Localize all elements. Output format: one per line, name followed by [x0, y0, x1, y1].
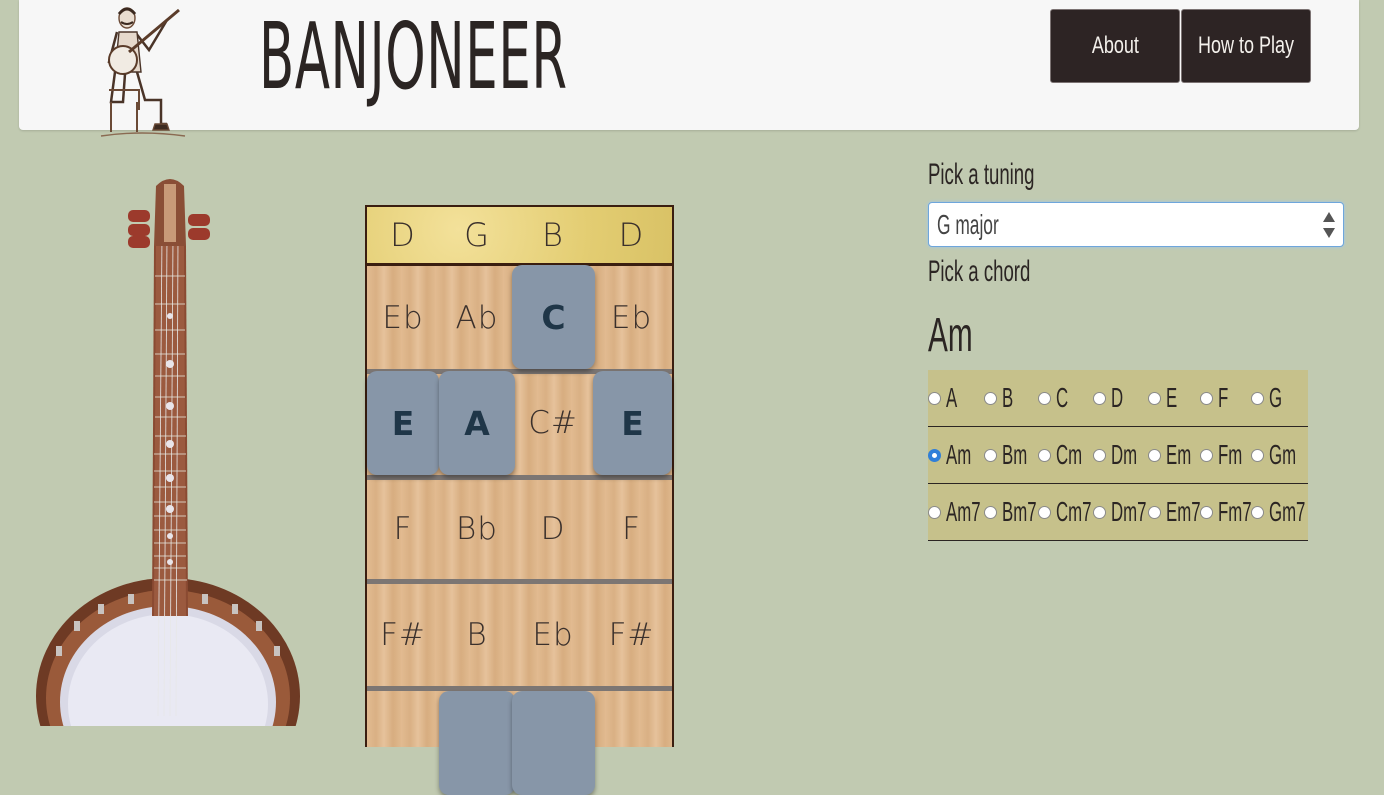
fret-note[interactable]: Bb — [439, 479, 515, 579]
chord-option[interactable]: D — [1093, 370, 1131, 426]
radio-button[interactable] — [1038, 505, 1051, 519]
radio-button[interactable] — [984, 448, 997, 462]
fret-note[interactable]: Eb — [515, 584, 591, 686]
radio-button-selected[interactable] — [928, 448, 941, 462]
banjo-illustration — [36, 176, 306, 795]
radio-button[interactable] — [1093, 448, 1106, 462]
chord-option[interactable]: Gm7 — [1251, 484, 1330, 540]
open-string-note: G — [464, 216, 490, 254]
chord-option[interactable]: G — [1251, 370, 1291, 426]
site-title[interactable]: BANJONEER — [259, 2, 568, 112]
radio-button[interactable] — [1251, 505, 1264, 519]
about-button[interactable]: About — [1050, 9, 1180, 83]
chord-option[interactable]: E — [1148, 370, 1185, 426]
chord-note-highlight[interactable] — [439, 691, 515, 795]
chord-option[interactable]: C — [1038, 370, 1076, 426]
fret-note[interactable]: Eb — [367, 266, 439, 369]
tuning-select-value: G major — [937, 209, 999, 240]
chord-row-major: A B C D E F G — [928, 370, 1308, 427]
fretboard: D G B D Eb Ab C Eb E A C# E F Bb D F F# … — [365, 205, 674, 795]
fret-note[interactable]: Eb — [591, 266, 672, 369]
chord-option[interactable]: Dm — [1093, 427, 1155, 483]
chord-option[interactable]: B — [984, 370, 1021, 426]
chord-option[interactable]: Gm — [1251, 427, 1314, 483]
radio-button[interactable] — [928, 505, 941, 519]
fret-note[interactable]: F# — [367, 584, 439, 686]
fret-note[interactable]: D — [515, 479, 591, 579]
open-string-note: B — [542, 216, 564, 254]
chord-note-highlight[interactable]: E — [593, 371, 672, 475]
chord-label: Pick a chord — [928, 255, 1031, 288]
fret-note[interactable]: F# — [591, 584, 672, 686]
radio-button[interactable] — [1200, 505, 1213, 519]
radio-button[interactable] — [1200, 391, 1213, 405]
chord-option[interactable]: Bm — [984, 427, 1044, 483]
banjo-player-logo[interactable] — [97, 2, 187, 146]
chord-row-minor: Am Bm Cm Dm Em Fm Gm — [928, 427, 1308, 484]
radio-button[interactable] — [1148, 391, 1161, 405]
tuning-label: Pick a tuning — [928, 158, 1035, 191]
radio-button[interactable] — [984, 505, 997, 519]
fret-note[interactable]: B — [439, 584, 515, 686]
chord-note-highlight[interactable]: E — [367, 371, 439, 475]
fret-note[interactable]: C# — [515, 371, 591, 475]
chord-option[interactable]: F — [1200, 370, 1235, 426]
radio-button[interactable] — [1148, 505, 1161, 519]
chord-picker: A B C D E F G Am Bm Cm Dm Em Fm Gm Am7 B… — [928, 370, 1308, 541]
header: BANJONEER About How to Play — [19, 0, 1359, 137]
chord-option[interactable]: Fm — [1200, 427, 1258, 483]
radio-button[interactable] — [1093, 505, 1106, 519]
radio-button[interactable] — [1148, 448, 1161, 462]
radio-button[interactable] — [1251, 448, 1264, 462]
fret-note[interactable]: F — [591, 479, 672, 579]
chord-row-minor7: Am7 Bm7 Cm7 Dm7 Em7 Fm7 Gm7 — [928, 484, 1308, 541]
chord-option[interactable]: A — [928, 370, 965, 426]
radio-button[interactable] — [1200, 448, 1213, 462]
chord-option[interactable]: Cm — [1038, 427, 1100, 483]
open-string-note: D — [390, 216, 416, 254]
radio-button[interactable] — [1038, 448, 1051, 462]
select-arrows-icon — [1323, 212, 1335, 238]
chord-note-highlight[interactable]: A — [439, 371, 515, 475]
radio-button[interactable] — [928, 391, 941, 405]
radio-button[interactable] — [1093, 391, 1106, 405]
chord-note-highlight[interactable] — [512, 691, 595, 795]
fret-note[interactable]: F — [367, 479, 439, 579]
chord-option[interactable]: Em — [1148, 427, 1208, 483]
chord-option[interactable]: Am — [928, 427, 988, 483]
how-to-play-button[interactable]: How to Play — [1181, 9, 1311, 83]
chord-note-highlight[interactable]: C — [512, 265, 595, 369]
open-string-note: D — [618, 216, 645, 254]
radio-button[interactable] — [1251, 391, 1264, 405]
selected-chord-name: Am — [928, 309, 973, 362]
fret-note[interactable]: Ab — [439, 266, 515, 369]
tuning-select[interactable]: G major — [928, 202, 1344, 247]
radio-button[interactable] — [1038, 391, 1051, 405]
radio-button[interactable] — [984, 391, 997, 405]
